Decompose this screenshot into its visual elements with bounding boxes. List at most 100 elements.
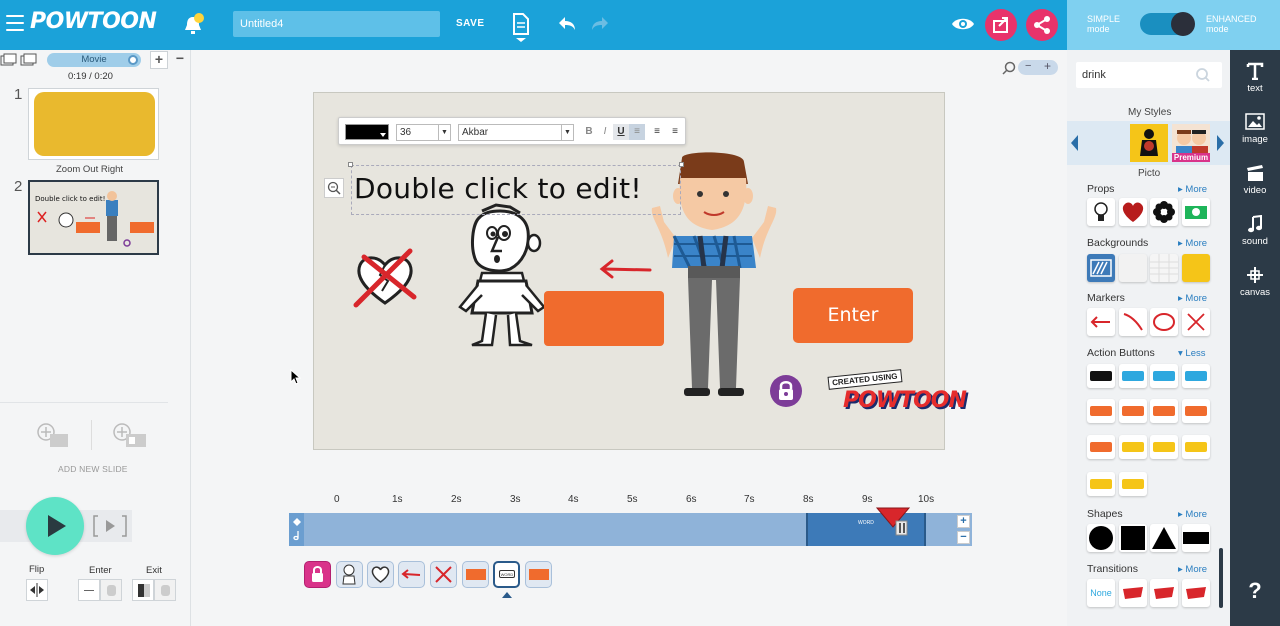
action-button-orange-4[interactable] [1182, 399, 1210, 423]
premium-style-tile[interactable]: Premium [1172, 124, 1210, 162]
action-button-blue[interactable] [1119, 364, 1147, 388]
layer-orange-button[interactable] [462, 561, 489, 588]
zoom-in-button[interactable]: + [1044, 59, 1051, 73]
transition-none[interactable]: None [1087, 579, 1115, 607]
triangle-shape[interactable] [1150, 524, 1178, 552]
enter-hand-button[interactable] [100, 579, 122, 601]
yellow-background[interactable] [1182, 254, 1210, 282]
action-button-blue-3[interactable] [1182, 364, 1210, 388]
zoom-out-button[interactable]: − [1025, 60, 1031, 72]
font-size-select[interactable]: 36 ▼ [396, 124, 451, 141]
playhead-handle[interactable] [875, 507, 911, 536]
align-center-icon[interactable]: ≡ [649, 124, 665, 140]
transition-pow-1[interactable] [1119, 579, 1147, 607]
movie-toggle[interactable]: Movie [47, 53, 141, 67]
redo-icon[interactable] [590, 15, 610, 36]
heart-prop[interactable] [1119, 198, 1147, 226]
layer-heart[interactable] [367, 561, 394, 588]
help-button[interactable]: ? [1230, 578, 1280, 604]
grid-background[interactable] [1150, 254, 1178, 282]
orange-action-button[interactable] [544, 291, 664, 346]
carousel-next-icon[interactable] [1217, 135, 1224, 151]
action-button-orange-2[interactable] [1119, 399, 1147, 423]
add-button[interactable]: + [150, 51, 168, 69]
tool-text[interactable]: text [1230, 62, 1280, 94]
action-button-blue-2[interactable] [1150, 364, 1178, 388]
layer-character[interactable] [336, 561, 363, 588]
align-left-icon[interactable]: ≡ [629, 124, 645, 140]
view-mode-icon[interactable] [0, 53, 38, 70]
share-button[interactable] [1026, 9, 1058, 41]
enter-none-button[interactable] [78, 579, 100, 601]
lock-button[interactable] [770, 375, 802, 407]
arrow-marker[interactable] [1087, 308, 1115, 336]
flower-prop[interactable] [1150, 198, 1178, 226]
resize-handle[interactable] [679, 162, 684, 167]
powtoon-logo[interactable]: POWTOON [30, 9, 157, 34]
align-right-icon[interactable]: ≡ [667, 124, 683, 140]
lightbulb-prop[interactable] [1087, 198, 1115, 226]
exit-wipe-button[interactable] [132, 579, 154, 601]
timeline-zoom-out-button[interactable]: − [957, 531, 970, 544]
bold-button[interactable]: B [581, 124, 597, 140]
layer-orange-rect[interactable] [525, 561, 552, 588]
markers-more-link[interactable]: ▸ More [1178, 293, 1207, 304]
layer-word-selected[interactable]: WORD [493, 561, 520, 588]
line-marker[interactable] [1119, 308, 1147, 336]
picto-style-tile[interactable] [1130, 124, 1168, 162]
search-icon[interactable] [1195, 67, 1211, 86]
action-button-yellow[interactable] [1119, 435, 1147, 459]
action-buttons-less-link[interactable]: ▾ Less [1178, 348, 1206, 359]
action-button-yellow-2[interactable] [1150, 435, 1178, 459]
shapes-more-link[interactable]: ▸ More [1178, 509, 1207, 520]
circle-shape[interactable] [1087, 524, 1115, 552]
layer-arrow[interactable] [398, 561, 425, 588]
flip-button[interactable] [26, 579, 48, 601]
x-marker[interactable] [1182, 308, 1210, 336]
editable-text-box[interactable]: Double click to edit! [351, 165, 681, 215]
resize-handle[interactable] [348, 162, 353, 167]
action-button-orange-5[interactable] [1087, 435, 1115, 459]
props-more-link[interactable]: ▸ More [1178, 184, 1207, 195]
broken-heart-icon[interactable] [352, 245, 418, 311]
save-button[interactable]: SAVE [456, 18, 485, 29]
action-button-black[interactable] [1087, 364, 1115, 388]
timeline-zoom-in-button[interactable]: + [957, 515, 970, 528]
plain-background[interactable] [1119, 254, 1147, 282]
slide-thumbnail-1[interactable] [28, 88, 159, 160]
undo-icon[interactable] [557, 15, 577, 36]
remove-button[interactable]: − [171, 51, 189, 69]
enter-action-button[interactable]: Enter [793, 288, 913, 343]
play-slide-icon[interactable] [93, 514, 127, 541]
menu-icon[interactable] [6, 15, 24, 31]
action-button-yellow-4[interactable] [1087, 472, 1115, 496]
export-button[interactable] [985, 9, 1017, 41]
carousel-prev-icon[interactable] [1071, 135, 1078, 151]
layer-x-marker[interactable] [430, 561, 457, 588]
text-color-picker[interactable] [345, 124, 389, 140]
add-blank-slide-icon[interactable] [36, 422, 70, 451]
mode-toggle[interactable] [1140, 12, 1195, 36]
tool-sound[interactable]: sound [1230, 215, 1280, 247]
square-shape[interactable] [1119, 524, 1147, 552]
action-button-yellow-5[interactable] [1119, 472, 1147, 496]
zoom-search-icon[interactable] [1002, 61, 1016, 78]
notification-bell-icon[interactable] [183, 13, 205, 37]
underline-button[interactable]: U [613, 124, 629, 140]
library-scrollbar[interactable] [1219, 548, 1223, 608]
rectangle-shape[interactable] [1182, 524, 1210, 552]
tool-canvas[interactable]: canvas [1230, 266, 1280, 298]
slide-thumbnail-2[interactable]: Double click to edit! [28, 180, 159, 255]
striped-background[interactable] [1087, 254, 1115, 282]
cartoon-character-icon[interactable] [452, 203, 552, 348]
preview-eye-icon[interactable] [951, 15, 975, 36]
action-button-orange-3[interactable] [1150, 399, 1178, 423]
simple-mode-label[interactable]: SIMPLE mode [1087, 14, 1120, 34]
timeline-layer-icon[interactable] [292, 517, 302, 544]
enhanced-mode-label[interactable]: ENHANCED mode [1206, 14, 1257, 34]
toggle-knob[interactable] [1171, 12, 1195, 36]
transition-pow-3[interactable] [1182, 579, 1210, 607]
tool-video[interactable]: video [1230, 164, 1280, 196]
transitions-more-link[interactable]: ▸ More [1178, 564, 1207, 575]
transition-pow-2[interactable] [1150, 579, 1178, 607]
